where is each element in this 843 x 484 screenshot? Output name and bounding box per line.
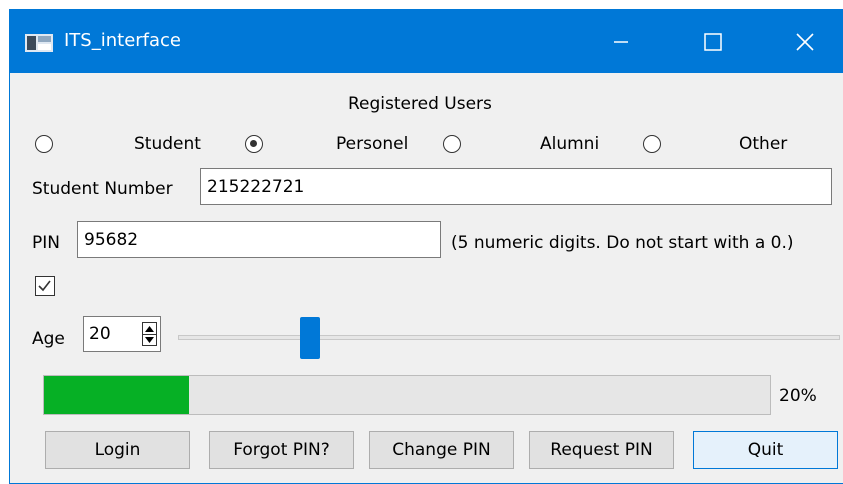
radio-label-other: Other — [739, 134, 788, 154]
radio-student[interactable] — [35, 135, 53, 153]
pin-input[interactable]: 95682 — [77, 221, 441, 258]
checkmark-icon — [38, 280, 51, 292]
radio-alumni[interactable] — [443, 135, 461, 153]
radio-other[interactable] — [643, 135, 661, 153]
arrow-down-icon — [145, 336, 154, 343]
age-value: 20 — [89, 324, 111, 344]
radio-personel[interactable] — [245, 135, 263, 153]
progress-bar — [43, 375, 771, 415]
maximize-icon — [704, 32, 722, 51]
checkbox[interactable] — [35, 276, 55, 296]
radio-selected-dot — [250, 140, 257, 147]
student-number-label: Student Number — [32, 179, 173, 199]
student-number-input[interactable]: 215222721 — [200, 168, 832, 205]
age-slider-track[interactable] — [178, 335, 840, 340]
app-window-icon — [25, 34, 53, 52]
request-pin-button[interactable]: Request PIN — [529, 431, 674, 469]
app-window: ITS_interface Registered Users Student P… — [9, 9, 843, 484]
arrow-up-icon — [145, 325, 154, 332]
maximize-button[interactable] — [667, 10, 759, 73]
age-stepper-buttons — [142, 322, 157, 346]
age-label: Age — [32, 329, 65, 349]
radio-label-student: Student — [134, 134, 201, 154]
minimize-icon — [614, 40, 628, 43]
radio-label-alumni: Alumni — [540, 134, 600, 154]
age-spinbox[interactable]: 20 — [83, 316, 161, 352]
radio-label-personel: Personel — [336, 134, 409, 154]
progress-fill — [44, 376, 189, 414]
close-icon — [796, 32, 814, 51]
progress-text: 20% — [779, 386, 817, 406]
change-pin-button[interactable]: Change PIN — [369, 431, 514, 469]
title-bar[interactable]: ITS_interface — [10, 10, 843, 73]
minimize-button[interactable] — [575, 10, 667, 73]
age-slider-handle[interactable] — [300, 317, 320, 359]
group-title: Registered Users — [348, 94, 492, 114]
pin-label: PIN — [32, 233, 60, 253]
window-title: ITS_interface — [64, 30, 182, 51]
forgot-pin-button[interactable]: Forgot PIN? — [209, 431, 354, 469]
quit-button[interactable]: Quit — [693, 431, 838, 469]
close-button[interactable] — [759, 10, 843, 73]
spin-down-button[interactable] — [143, 334, 156, 345]
pin-hint: (5 numeric digits. Do not start with a 0… — [451, 233, 794, 253]
login-button[interactable]: Login — [45, 431, 190, 469]
